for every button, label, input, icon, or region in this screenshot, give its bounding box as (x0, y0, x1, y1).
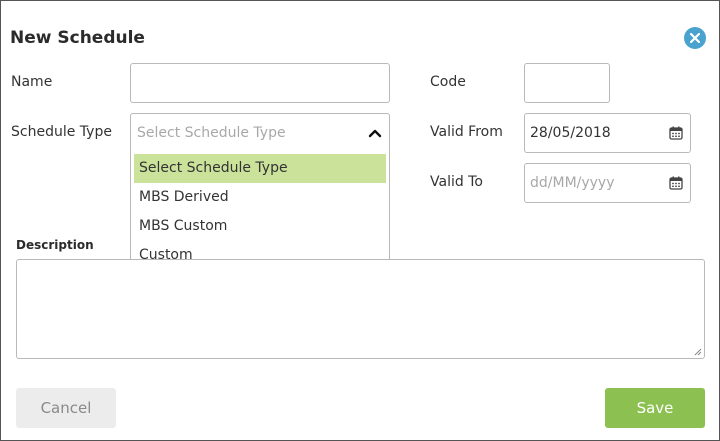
schedule-type-select-head[interactable]: Select Schedule Type (131, 114, 389, 152)
schedule-type-label: Schedule Type (11, 124, 112, 140)
valid-from-input[interactable]: 28/05/2018 (524, 113, 691, 153)
schedule-type-placeholder: Select Schedule Type (137, 125, 286, 141)
new-schedule-dialog: New Schedule Name Code Schedule Type Sel… (0, 0, 720, 441)
calendar-icon[interactable] (669, 126, 683, 140)
option-mbs-custom[interactable]: MBS Custom (134, 212, 386, 241)
chevron-up-icon (368, 129, 382, 138)
valid-to-label: Valid To (430, 174, 483, 190)
option-select-schedule-type[interactable]: Select Schedule Type (134, 154, 386, 183)
description-label: Description (16, 238, 94, 252)
code-input[interactable] (524, 63, 610, 103)
description-textarea[interactable] (16, 259, 705, 359)
schedule-type-options: Select Schedule Type MBS Derived MBS Cus… (134, 154, 386, 270)
cancel-button[interactable]: Cancel (16, 388, 116, 428)
valid-from-label: Valid From (430, 124, 503, 140)
code-label: Code (430, 74, 466, 90)
resize-handle-icon[interactable] (694, 348, 702, 356)
option-mbs-derived[interactable]: MBS Derived (134, 183, 386, 212)
name-label: Name (11, 74, 53, 90)
calendar-icon[interactable] (669, 176, 683, 190)
schedule-type-select[interactable]: Select Schedule Type Select Schedule Typ… (130, 113, 390, 273)
save-button[interactable]: Save (605, 388, 705, 428)
name-input[interactable] (130, 63, 390, 103)
valid-to-input[interactable]: dd/MM/yyyy (524, 163, 691, 203)
valid-to-placeholder: dd/MM/yyyy (530, 175, 615, 191)
dialog-title: New Schedule (10, 28, 145, 48)
close-icon[interactable] (684, 27, 706, 49)
valid-from-value: 28/05/2018 (530, 125, 611, 141)
